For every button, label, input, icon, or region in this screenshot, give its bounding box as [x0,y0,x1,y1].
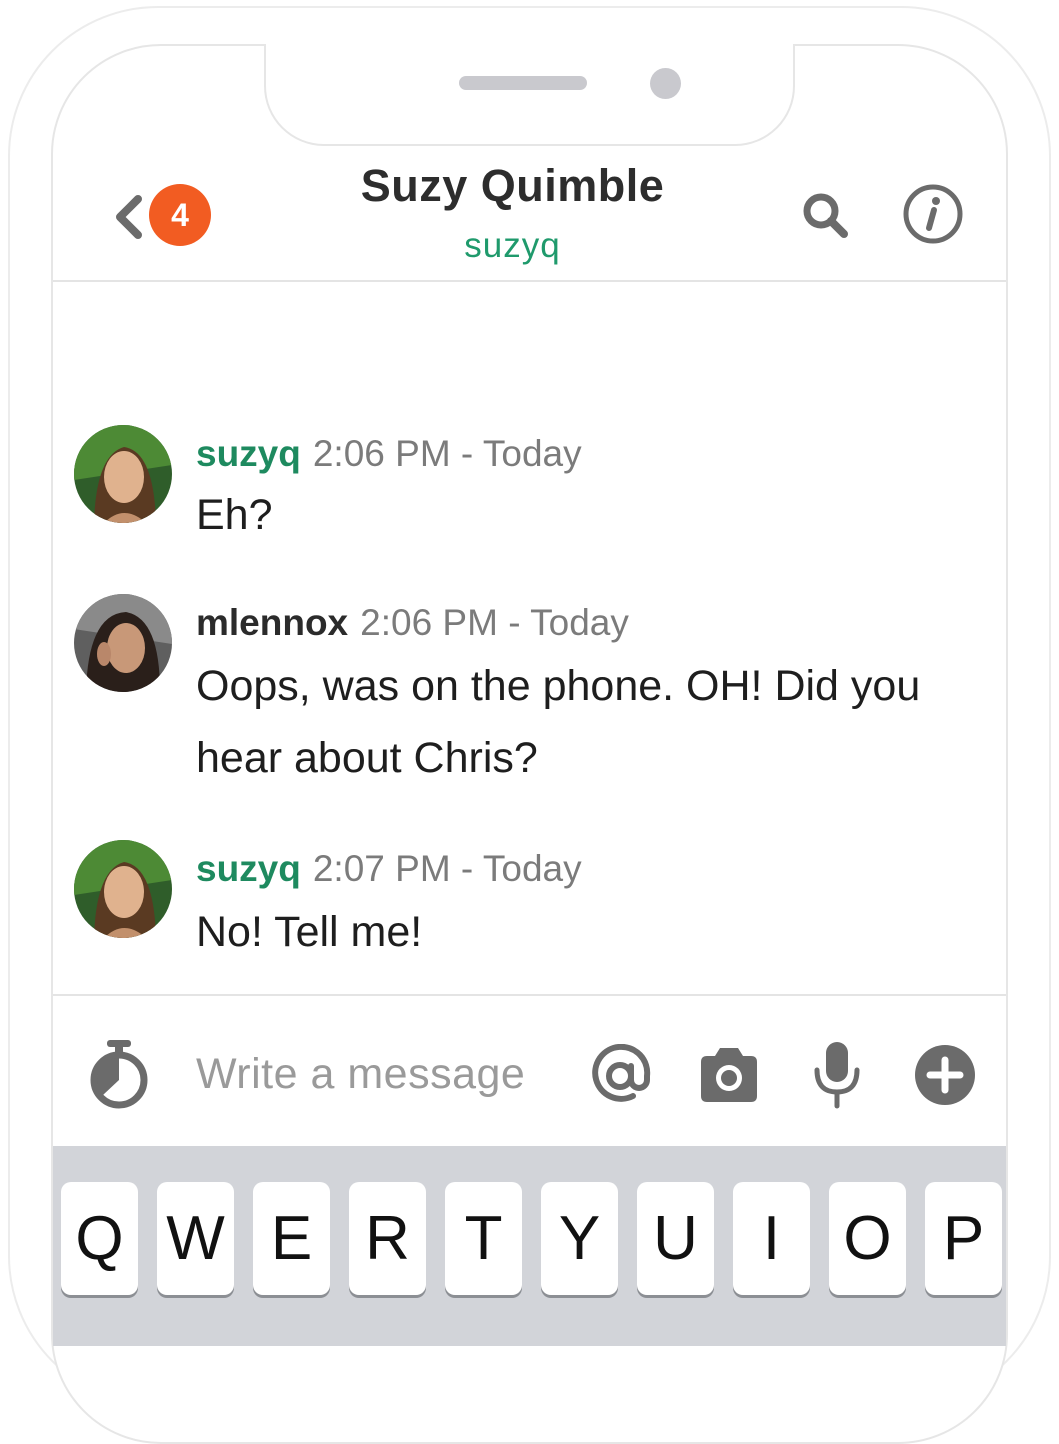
conversation-title: Suzy Quimble [360,160,665,211]
back-chevron-icon[interactable] [108,193,148,241]
phone-notch [264,44,795,146]
key-i[interactable]: I [733,1182,810,1295]
timer-icon[interactable] [88,1038,150,1110]
message-author[interactable]: suzyq [196,848,301,889]
avatar[interactable] [74,425,172,523]
at-icon[interactable] [589,1044,653,1108]
message-meta: suzyq 2:06 PM - Today [196,433,582,475]
message-author[interactable]: mlennox [196,602,348,643]
message-timestamp: 2:06 PM - Today [360,602,629,643]
message-meta: suzyq 2:07 PM - Today [196,848,582,890]
key-t[interactable]: T [445,1182,522,1295]
message-input[interactable] [196,1044,566,1104]
keyboard: Q W E R T Y U I O P [53,1146,1006,1346]
key-p[interactable]: P [925,1182,1002,1295]
key-r[interactable]: R [349,1182,426,1295]
plus-icon[interactable] [913,1043,977,1107]
key-e[interactable]: E [253,1182,330,1295]
key-u[interactable]: U [637,1182,714,1295]
conversation-username: suzyq [464,226,561,265]
info-icon[interactable] [901,182,965,246]
key-y[interactable]: Y [541,1182,618,1295]
key-q[interactable]: Q [61,1182,138,1295]
front-camera [650,68,681,99]
message-meta: mlennox 2:06 PM - Today [196,602,629,644]
key-o[interactable]: O [829,1182,906,1295]
message-author[interactable]: suzyq [196,433,301,474]
message-text: No! Tell me! [196,908,423,956]
unread-count-badge[interactable]: 4 [149,184,211,246]
composer-divider [53,994,1006,996]
header-divider [53,280,1006,282]
speaker-grille [459,76,587,90]
message-text: Oops, was on the phone. OH! Did you hear… [196,662,921,782]
notch-edge [266,40,793,48]
microphone-icon[interactable] [812,1040,862,1110]
message-text: Eh? [196,491,273,539]
message-timestamp: 2:07 PM - Today [312,848,582,889]
search-icon[interactable] [800,190,850,240]
key-w[interactable]: W [157,1182,234,1295]
message-timestamp: 2:06 PM - Today [312,433,582,474]
avatar[interactable] [74,594,172,692]
camera-icon[interactable] [697,1044,761,1104]
avatar[interactable] [74,840,172,938]
